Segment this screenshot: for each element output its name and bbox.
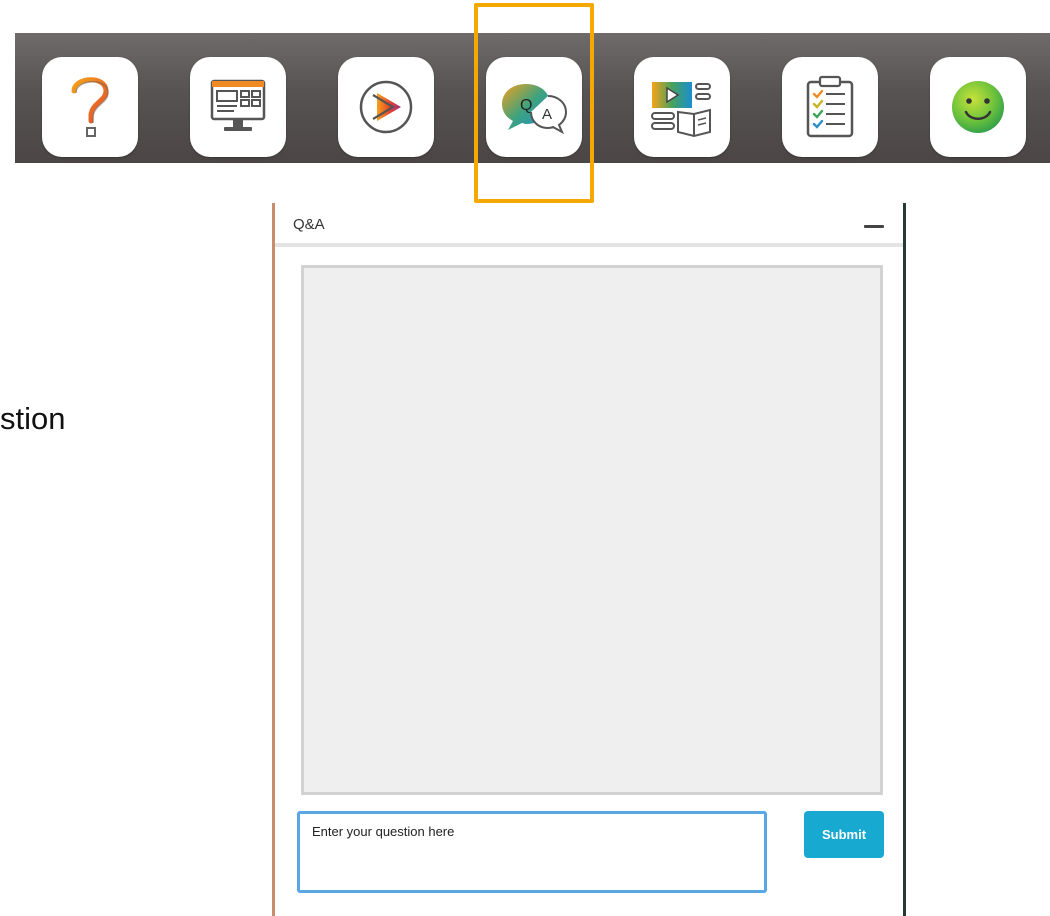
resources-book-icon	[651, 82, 711, 138]
qa-chat-icon: Q A	[502, 84, 568, 135]
media-player-icon	[359, 80, 413, 134]
slides-button[interactable]	[190, 57, 286, 157]
minimize-button[interactable]	[861, 213, 887, 235]
media-button[interactable]	[338, 57, 434, 157]
svg-text:Q: Q	[520, 97, 532, 114]
help-button[interactable]	[42, 57, 138, 157]
help-question-icon	[71, 77, 109, 137]
qa-button[interactable]: Q A	[486, 57, 582, 157]
qa-messages-area[interactable]	[301, 265, 883, 795]
svg-text:A: A	[542, 106, 552, 123]
submit-button[interactable]: Submit	[804, 811, 884, 858]
feedback-button[interactable]	[930, 57, 1026, 157]
qa-panel-header: Q&A	[275, 203, 903, 247]
resources-button[interactable]	[634, 57, 730, 157]
qa-panel: Q&A Submit	[272, 203, 906, 916]
slides-desktop-icon	[210, 79, 266, 131]
feedback-smiley-icon	[952, 81, 1004, 133]
survey-checklist-icon	[806, 75, 854, 138]
app-dock: Q A	[15, 33, 1050, 163]
survey-button[interactable]	[782, 57, 878, 157]
question-input[interactable]	[297, 811, 767, 893]
panel-title: Q&A	[293, 216, 325, 233]
slide-partial-text: stion	[0, 401, 66, 436]
